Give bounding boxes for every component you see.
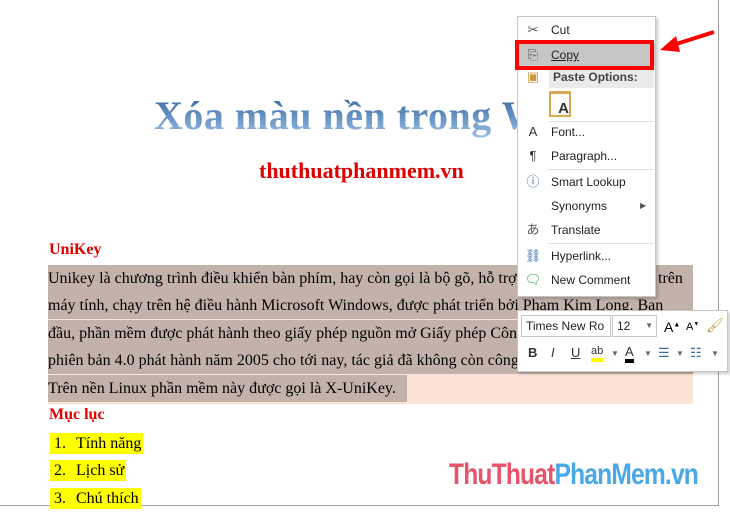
annotation-arrow bbox=[660, 30, 715, 52]
watermark-part2: PhanMem.vn bbox=[554, 458, 699, 491]
list-text: Lịch sử bbox=[76, 462, 125, 479]
line-text: Unikey là chương trình điều khiển bàn ph… bbox=[48, 270, 517, 287]
list-item: 3. Chú thích bbox=[50, 488, 141, 509]
menu-label: Smart Lookup bbox=[551, 175, 626, 189]
font-color-button[interactable]: A bbox=[625, 345, 634, 363]
bold-button[interactable]: B bbox=[528, 345, 537, 360]
font-size-dropdown[interactable]: 12 ▼ bbox=[612, 315, 657, 337]
submenu-arrow-icon: ▶ bbox=[640, 201, 647, 210]
numbering-icon[interactable]: ☷ bbox=[690, 345, 702, 361]
list-number: 1. bbox=[54, 435, 66, 452]
document-subtitle: thuthuatphanmem.vn bbox=[259, 158, 464, 183]
watermark-logo: ThuThuatPhanMem.vn bbox=[449, 458, 699, 492]
chevron-down-icon[interactable]: ▼ bbox=[676, 349, 684, 358]
new-comment-icon: 🗨 bbox=[524, 272, 542, 287]
page-edge bbox=[718, 0, 719, 505]
menu-item-new-comment[interactable]: 🗨 New Comment bbox=[518, 269, 655, 291]
menu-label: Cut bbox=[551, 23, 570, 37]
list-number: 3. bbox=[54, 490, 66, 507]
menu-label: Hyperlink... bbox=[551, 249, 612, 263]
shrink-font-icon[interactable]: A▼ bbox=[686, 321, 699, 333]
menu-label: New Comment bbox=[551, 273, 631, 287]
line-text-right: trên bbox=[658, 270, 683, 287]
menu-label: Paragraph... bbox=[551, 149, 618, 163]
font-icon: A bbox=[528, 124, 538, 139]
paste-keep-text-only-button[interactable]: A bbox=[549, 91, 571, 117]
chevron-down-icon[interactable]: ▼ bbox=[644, 349, 652, 358]
menu-label: Translate bbox=[551, 223, 601, 237]
list-item: 1. Tính năng bbox=[50, 433, 144, 454]
font-name-value: Times New Ro bbox=[526, 319, 605, 333]
chevron-down-icon[interactable]: ▼ bbox=[611, 349, 619, 358]
chevron-down-icon: ▼ bbox=[645, 321, 653, 330]
menu-separator bbox=[548, 169, 654, 170]
menu-label: Synonyms bbox=[551, 199, 608, 213]
menu-item-paragraph[interactable]: ¶ Paragraph... bbox=[518, 145, 655, 167]
heading-unikey: UniKey bbox=[49, 241, 102, 258]
smart-lookup-icon: ⓘ bbox=[526, 174, 540, 189]
list-text: Tính năng bbox=[76, 435, 142, 452]
watermark-part1: ThuThuat bbox=[449, 458, 555, 491]
menu-item-synonyms[interactable]: Synonyms ▶ bbox=[518, 195, 655, 217]
grow-font-icon[interactable]: A▲ bbox=[664, 319, 680, 335]
list-number: 2. bbox=[54, 462, 66, 479]
paragraph-line[interactable]: Trên nền Linux phần mềm này được gọi là … bbox=[48, 375, 407, 402]
chevron-down-icon[interactable]: ▼ bbox=[711, 349, 719, 358]
translate-icon: あ bbox=[526, 222, 540, 237]
bullets-icon[interactable]: ☰ bbox=[658, 345, 670, 361]
heading-muc-luc: Mục lục bbox=[49, 406, 105, 423]
menu-item-translate[interactable]: あ Translate bbox=[518, 219, 655, 241]
format-painter-icon[interactable]: 🖌 bbox=[706, 317, 724, 334]
document-title: Xóa màu nền trong Wo bbox=[154, 93, 561, 138]
scissors-icon: ✂ bbox=[527, 22, 539, 37]
underline-button[interactable]: U bbox=[571, 345, 580, 360]
list-item: 2. Lịch sử bbox=[50, 460, 127, 481]
font-name-dropdown[interactable]: Times New Ro bbox=[521, 315, 611, 337]
font-size-value: 12 bbox=[617, 319, 631, 333]
menu-item-font[interactable]: A Font... bbox=[518, 121, 655, 143]
mini-toolbar: Times New Ro 12 ▼ A▲ A▼ 🖌 B I U ab ▼ A ▼ … bbox=[517, 310, 728, 372]
menu-item-hyperlink[interactable]: ⛓ Hyperlink... bbox=[518, 245, 655, 267]
menu-separator bbox=[548, 243, 654, 244]
highlight-color-icon[interactable]: ab bbox=[591, 345, 604, 362]
menu-item-cut[interactable]: ✂ Cut bbox=[518, 19, 655, 41]
menu-label: Font... bbox=[551, 125, 586, 139]
hyperlink-icon: ⛓ bbox=[524, 248, 542, 263]
menu-item-smart-lookup[interactable]: ⓘ Smart Lookup bbox=[518, 171, 655, 193]
paragraph-icon: ¶ bbox=[529, 148, 537, 163]
italic-button[interactable]: I bbox=[551, 345, 555, 360]
copy-annotation-box bbox=[515, 40, 654, 70]
list-text: Chú thích bbox=[76, 490, 139, 507]
